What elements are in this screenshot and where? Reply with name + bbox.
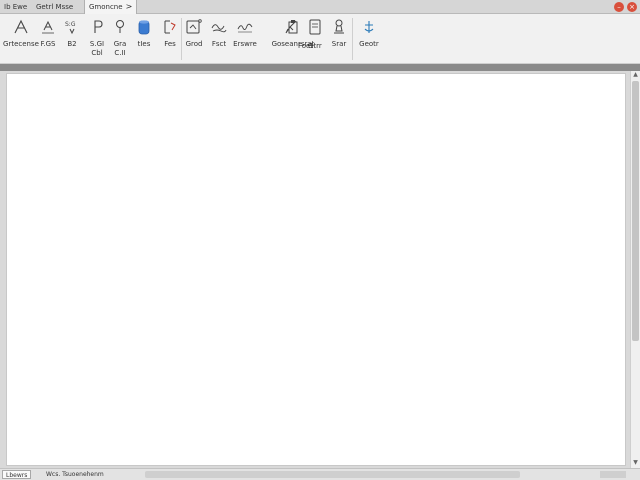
pin-icon [116, 20, 124, 33]
toolbar-separator [181, 18, 182, 60]
tool-label: Grtecense [3, 40, 39, 48]
tool-sublabel: C.II [114, 49, 126, 57]
tool-label: tIes [137, 40, 151, 48]
close-button[interactable]: × [627, 2, 637, 12]
tool-label: Fes [164, 40, 176, 48]
cylinder-icon [138, 20, 150, 35]
brush-icon [285, 20, 297, 34]
horizontal-scroll-end[interactable] [600, 471, 626, 478]
tool-label: S.GI [89, 40, 105, 48]
bracket-icon [164, 20, 176, 34]
tool-fsct[interactable]: Fsct [207, 16, 231, 62]
vertical-scrollbar[interactable]: ▲ ▼ [630, 71, 640, 468]
svg-text:S:G: S:G [65, 21, 76, 28]
chevron-right-icon[interactable]: > [126, 2, 133, 11]
frame-icon [186, 19, 202, 34]
status-text: Wcs. Tsuoenehenm [46, 471, 104, 478]
status-bar: Lbewrs Wcs. Tsuoenehenm [0, 468, 640, 480]
tool-erswre[interactable]: Erswre [231, 16, 259, 62]
tool-ties[interactable]: tIes [133, 16, 155, 62]
tool-sgi[interactable]: S.GI Cbl [86, 16, 108, 62]
vertical-scroll-thumb[interactable] [632, 81, 639, 341]
ruler-band [0, 64, 640, 71]
tool-fes[interactable]: Fes [159, 16, 181, 62]
tool-grod[interactable]: Grod [184, 16, 204, 62]
tool-label: Fsct [211, 40, 227, 48]
tab-1[interactable]: Ib Ewe [0, 0, 31, 14]
tool-label: B2 [67, 40, 77, 48]
scribble-icon [211, 24, 227, 33]
minimize-button[interactable]: – [614, 2, 624, 12]
tool-fgs[interactable]: F.GS [38, 16, 58, 62]
tool-gtrr[interactable] [304, 16, 326, 62]
tool-label: F.GS [40, 40, 56, 48]
tool-gra[interactable]: Gra C.II [110, 16, 130, 62]
tool-label: Erswre [233, 40, 257, 48]
notebook-icon [309, 19, 321, 35]
document-area [0, 71, 630, 468]
text-a-icon [42, 20, 54, 34]
font-size-icon: S:G [65, 21, 76, 35]
tab-3-label: Gmoncne [89, 3, 123, 11]
tool-sublabel: Cbl [91, 49, 103, 57]
title-bar: Ib Ewe Getrl Msse Gmoncne > – × [0, 0, 640, 14]
ribbon-toolbar: Grtecense F.GS S:G B2 S.GI Cbl Gra C.II … [0, 14, 640, 64]
anchor-icon [364, 21, 374, 33]
tool-label: Gra [113, 40, 127, 48]
page-indicator[interactable]: Lbewrs [2, 470, 32, 479]
signature-icon [237, 23, 253, 33]
tool-geotr[interactable]: Geotr [356, 16, 382, 62]
horizontal-scroll-thumb[interactable] [145, 471, 520, 478]
tool-b2[interactable]: S:G B2 [62, 16, 82, 62]
tab-3-active[interactable]: Gmoncne > [84, 0, 138, 14]
tool-label: Grod [185, 40, 203, 48]
document-page[interactable] [6, 73, 626, 466]
toolbar-separator [352, 18, 353, 60]
pen-tool-icon [14, 19, 28, 34]
paragraph-icon [94, 20, 103, 33]
tool-label: Gtrr [308, 42, 322, 50]
tool-label: Srar [331, 40, 347, 48]
tool-srar[interactable]: Srar [328, 16, 350, 62]
stamp-icon [334, 19, 344, 34]
tab-2[interactable]: Getrl Msse [32, 0, 77, 14]
scroll-down-icon[interactable]: ▼ [631, 459, 640, 466]
tool-grtecense[interactable]: Grtecense [3, 16, 39, 62]
tool-foet[interactable] [281, 16, 301, 62]
scroll-up-icon[interactable]: ▲ [631, 71, 640, 78]
tool-label: Geotr [359, 40, 379, 48]
